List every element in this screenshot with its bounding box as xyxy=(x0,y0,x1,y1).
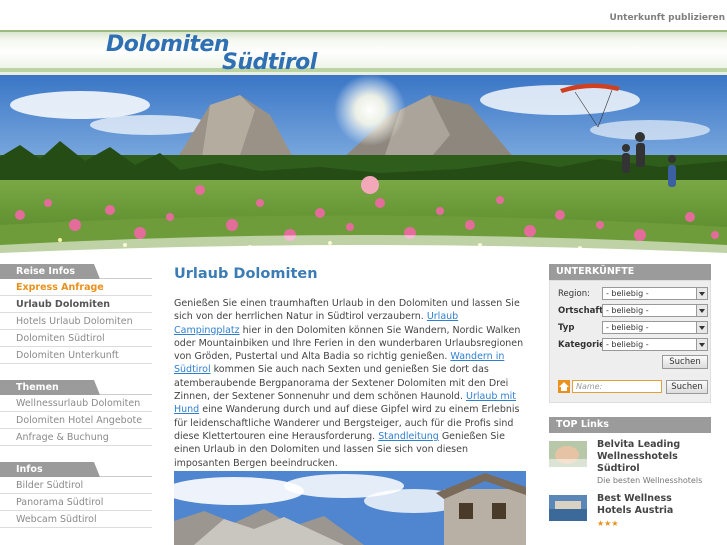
home-icon xyxy=(558,380,570,393)
top-link-item[interactable]: Belvita Leading Wellnesshotels Südtirol … xyxy=(549,437,711,491)
ortschaft-label: Ortschaft xyxy=(558,306,602,316)
chevron-down-icon xyxy=(696,305,707,316)
logo-band: Dolomiten Südtirol xyxy=(0,30,727,75)
hotel-name[interactable]: Belvita Leading Wellnesshotels Südtirol xyxy=(597,439,709,475)
page-title: Urlaub Dolomiten xyxy=(174,266,318,282)
name-search-input[interactable]: Name: xyxy=(572,380,662,393)
top-link-item[interactable]: Best Wellness Hotels Austria ★★★ xyxy=(549,491,711,545)
typ-select[interactable]: - beliebig - xyxy=(602,321,708,334)
hotel-thumbnail xyxy=(549,495,587,521)
site-logo-line1[interactable]: Dolomiten xyxy=(106,32,230,57)
chevron-down-icon xyxy=(696,339,707,350)
site-logo-line2[interactable]: Südtirol xyxy=(222,50,317,75)
nav-item-webcam-suedtirol[interactable]: Webcam Südtirol xyxy=(0,511,152,528)
top-bar: Unterkunft publizieren xyxy=(0,0,727,30)
logo-stripe xyxy=(0,68,727,72)
top-links-header: TOP Links xyxy=(549,417,711,433)
right-sidebar: UNTERKÜNFTE Region: - beliebig - Ortscha… xyxy=(549,264,711,545)
left-navigation: Reise Infos Express Anfrage Urlaub Dolom… xyxy=(0,264,152,528)
nav-item-anfrage-buchung[interactable]: Anfrage & Buchung xyxy=(0,429,152,446)
search-button[interactable]: Suchen xyxy=(662,355,708,369)
nav-item-wellnessurlaub-dolomiten[interactable]: Wellnessurlaub Dolomiten xyxy=(0,395,152,412)
hotel-subtitle: Die besten Wellnesshotels xyxy=(597,476,703,485)
nav-section-title: Infos xyxy=(16,464,43,475)
region-select[interactable]: - beliebig - xyxy=(602,287,708,300)
nav-item-dolomiten-suedtirol[interactable]: Dolomiten Südtirol xyxy=(0,330,152,347)
chevron-down-icon xyxy=(696,288,707,299)
nav-item-bilder-suedtirol[interactable]: Bilder Südtirol xyxy=(0,477,152,494)
chevron-down-icon xyxy=(696,322,707,333)
nav-item-dolomiten-unterkunft[interactable]: Dolomiten Unterkunft xyxy=(0,347,152,364)
publish-accommodation-link[interactable]: Unterkunft publizieren xyxy=(609,13,725,23)
kategorie-label: Kategorie xyxy=(558,340,602,350)
typ-label: Typ xyxy=(558,323,575,333)
kategorie-select[interactable]: - beliebig - xyxy=(602,338,708,351)
nav-section-themen: Themen xyxy=(0,380,152,395)
accommodation-search-form: Region: - beliebig - Ortschaft - beliebi… xyxy=(549,280,711,403)
ortschaft-select[interactable]: - beliebig - xyxy=(602,304,708,317)
hotel-name[interactable]: Best Wellness Hotels Austria xyxy=(597,493,709,517)
nav-section-reise-infos: Reise Infos xyxy=(0,264,152,279)
link-standleitung[interactable]: Standleitung xyxy=(378,431,439,442)
name-search-button[interactable]: Suchen xyxy=(666,380,708,394)
nav-section-title: Reise Infos xyxy=(16,266,76,277)
accommodation-search-header: UNTERKÜNFTE xyxy=(549,264,711,280)
nav-section-title: Themen xyxy=(16,382,59,393)
nav-item-panorama-suedtirol[interactable]: Panorama Südtirol xyxy=(0,494,152,511)
nav-item-express-anfrage[interactable]: Express Anfrage xyxy=(0,279,152,296)
header-banner-image xyxy=(0,75,727,260)
main-content: Urlaub Dolomiten Genießen Sie einen trau… xyxy=(174,264,526,470)
nav-item-urlaub-dolomiten[interactable]: Urlaub Dolomiten xyxy=(0,296,152,313)
dolomites-photo xyxy=(174,471,526,545)
nav-item-dolomiten-hotel-angebote[interactable]: Dolomiten Hotel Angebote xyxy=(0,412,152,429)
region-label: Region: xyxy=(558,289,590,299)
hotel-thumbnail xyxy=(549,441,587,467)
intro-paragraph: Genießen Sie einen traumhaften Urlaub in… xyxy=(174,298,524,469)
nav-item-hotels-urlaub-dolomiten[interactable]: Hotels Urlaub Dolomiten xyxy=(0,313,152,330)
hotel-stars: ★★★ xyxy=(597,519,619,528)
nav-section-infos: Infos xyxy=(0,462,152,477)
